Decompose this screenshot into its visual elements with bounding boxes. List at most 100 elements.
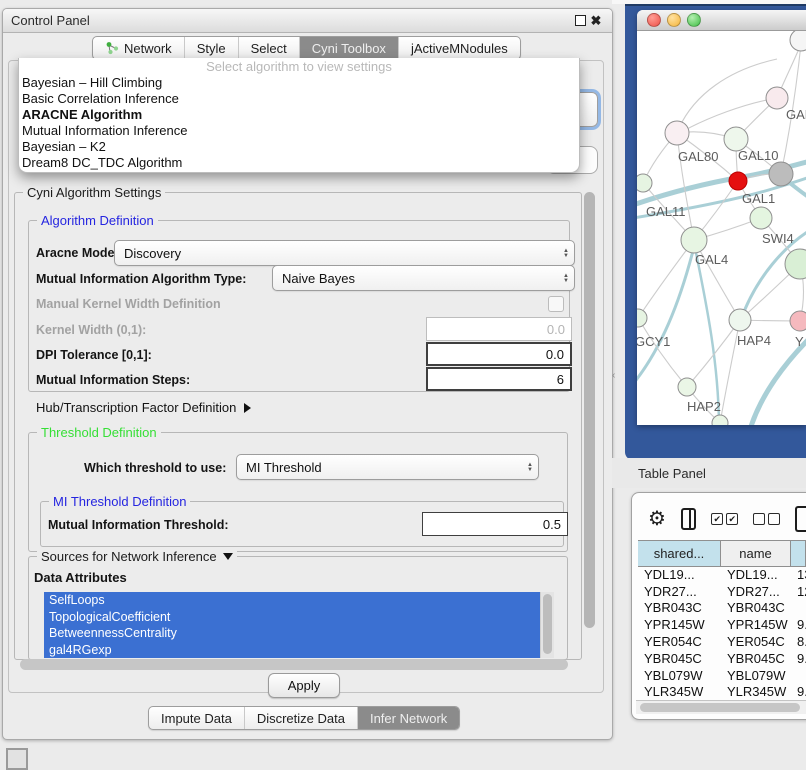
dropdown-item[interactable]: ARACNE Algorithm bbox=[19, 107, 579, 123]
network-node[interactable] bbox=[678, 378, 696, 396]
tab-cyni-toolbox[interactable]: Cyni Toolbox bbox=[299, 37, 398, 59]
table-cell: YDL19... bbox=[721, 567, 791, 582]
minimize-window-icon[interactable] bbox=[667, 13, 681, 27]
gear-icon[interactable]: ⚙ bbox=[648, 509, 666, 529]
network-node[interactable] bbox=[785, 249, 806, 279]
table-row[interactable]: YDL19...YDL19...13 bbox=[638, 566, 806, 583]
manual-kernel-checkbox[interactable] bbox=[548, 296, 564, 312]
network-edge[interactable] bbox=[676, 59, 777, 135]
dropdown-placeholder: Select algorithm to view settings bbox=[19, 58, 579, 75]
table-row[interactable]: YPR145WYPR145W9. bbox=[638, 616, 806, 633]
settings-horizontal-scrollbar[interactable] bbox=[20, 659, 568, 670]
kernel-width-field[interactable]: 0.0 bbox=[426, 317, 572, 341]
manual-kernel-label: Manual Kernel Width Definition bbox=[36, 297, 221, 311]
tab-style[interactable]: Style bbox=[184, 37, 238, 59]
column-header[interactable] bbox=[791, 541, 806, 566]
mi-steps-field[interactable]: 6 bbox=[426, 367, 572, 391]
splitter-handle[interactable]: ‹ bbox=[612, 370, 615, 381]
table-body: YDL19...YDL19...13YDR27...YDR27...12YBR0… bbox=[638, 566, 806, 700]
tab-impute-data[interactable]: Impute Data bbox=[149, 707, 244, 729]
mi-type-label: Mutual Information Algorithm Type: bbox=[36, 272, 246, 286]
network-node[interactable] bbox=[637, 174, 652, 192]
network-edge[interactable] bbox=[694, 243, 719, 425]
table-column-headers: shared...name bbox=[638, 540, 806, 567]
table-cell: 9. bbox=[791, 684, 806, 699]
apply-button[interactable]: Apply bbox=[268, 673, 340, 698]
column-header[interactable]: name bbox=[721, 541, 791, 566]
table-row[interactable]: YBR043CYBR043C bbox=[638, 600, 806, 617]
node-label: GAL11 bbox=[646, 204, 686, 219]
dropdown-item[interactable]: Bayesian – Hill Climbing bbox=[19, 75, 579, 91]
which-threshold-combo[interactable]: MI Threshold ▲▼ bbox=[236, 454, 539, 480]
table-cell: 9. bbox=[791, 617, 806, 632]
aracne-mode-combo[interactable]: Discovery ▲▼ bbox=[114, 240, 575, 266]
tab-label: Infer Network bbox=[370, 711, 447, 726]
control-panel-titlebar[interactable]: Control Panel ✖ bbox=[3, 9, 612, 33]
table-horizontal-scrollbar[interactable] bbox=[636, 700, 806, 714]
select-all-checkboxes-icon[interactable]: ✔✔ bbox=[711, 513, 738, 525]
dropdown-item[interactable]: Mutual Information Inference bbox=[19, 123, 579, 139]
dpi-tolerance-field[interactable]: 0.0 bbox=[426, 342, 572, 366]
attribute-item[interactable]: gal4RGexp bbox=[44, 642, 543, 659]
close-panel-icon[interactable]: ✖ bbox=[588, 13, 604, 29]
tab-label: Select bbox=[251, 41, 287, 56]
network-window-titlebar[interactable] bbox=[637, 10, 806, 31]
node-label: HAP4 bbox=[737, 333, 771, 348]
tab-network[interactable]: Network bbox=[93, 37, 184, 59]
new-table-icon[interactable] bbox=[795, 506, 806, 532]
network-edge[interactable] bbox=[676, 98, 777, 135]
table-row[interactable]: YBL079WYBL079W bbox=[638, 667, 806, 684]
table-cell: YER054C bbox=[638, 634, 721, 649]
tab-select[interactable]: Select bbox=[238, 37, 299, 59]
collapsed-panel-icon[interactable] bbox=[6, 748, 28, 770]
network-node[interactable] bbox=[769, 162, 793, 186]
network-node[interactable] bbox=[681, 227, 707, 253]
close-window-icon[interactable] bbox=[647, 13, 661, 27]
split-columns-icon[interactable] bbox=[681, 508, 696, 530]
column-header[interactable]: shared... bbox=[638, 541, 721, 566]
table-row[interactable]: YDR27...YDR27...12 bbox=[638, 583, 806, 600]
table-panel-title: Table Panel bbox=[638, 466, 706, 481]
table-row[interactable]: YBR045CYBR045C9. bbox=[638, 650, 806, 667]
settings-vertical-scrollbar[interactable] bbox=[584, 192, 595, 628]
attribute-item[interactable]: BetweennessCentrality bbox=[44, 625, 543, 642]
mi-type-combo[interactable]: Naive Bayes ▲▼ bbox=[272, 265, 575, 291]
table-row[interactable]: YLR345WYLR345W9. bbox=[638, 684, 806, 700]
deselect-all-checkboxes-icon[interactable] bbox=[753, 513, 780, 525]
attribute-item[interactable]: SelfLoops bbox=[44, 592, 543, 609]
network-canvas[interactable]: GAL2GAL80GAL10GAL1GAL11SWI4GAL4GCY1HAP4Y… bbox=[637, 31, 806, 425]
which-threshold-label: Which threshold to use: bbox=[84, 461, 226, 475]
network-node[interactable] bbox=[637, 309, 647, 327]
network-node[interactable] bbox=[790, 311, 806, 331]
network-node[interactable] bbox=[729, 172, 747, 190]
network-node[interactable] bbox=[665, 121, 689, 145]
network-node[interactable] bbox=[766, 87, 788, 109]
table-cell: 13 bbox=[791, 567, 806, 582]
tab-label: jActiveMNodules bbox=[411, 41, 508, 56]
mi-threshold-field[interactable]: 0.5 bbox=[422, 512, 568, 536]
zoom-window-icon[interactable] bbox=[687, 13, 701, 27]
network-node[interactable] bbox=[790, 31, 806, 51]
node-label: GCY1 bbox=[637, 334, 670, 349]
table-row[interactable]: YER054CYER054C8. bbox=[638, 633, 806, 650]
tab-infer-network[interactable]: Infer Network bbox=[357, 707, 459, 729]
dropdown-item[interactable]: Bayesian – K2 bbox=[19, 139, 579, 155]
node-label: GAL80 bbox=[678, 149, 718, 164]
table-cell: YDR27... bbox=[638, 584, 721, 599]
tab-discretize-data[interactable]: Discretize Data bbox=[244, 707, 357, 729]
network-edge[interactable] bbox=[638, 318, 687, 387]
network-node[interactable] bbox=[729, 309, 751, 331]
attribute-item[interactable]: TopologicalCoefficient bbox=[44, 609, 543, 626]
dropdown-item[interactable]: Basic Correlation Inference bbox=[19, 91, 579, 107]
data-attributes-list[interactable]: SelfLoopsTopologicalCoefficientBetweenne… bbox=[44, 592, 554, 658]
float-panel-icon[interactable] bbox=[572, 13, 588, 29]
list-scrollbar[interactable] bbox=[540, 592, 554, 658]
sources-title[interactable]: Sources for Network Inference bbox=[37, 549, 237, 564]
network-node[interactable] bbox=[712, 415, 728, 425]
network-window[interactable]: GAL2GAL80GAL10GAL1GAL11SWI4GAL4GCY1HAP4Y… bbox=[637, 10, 806, 425]
network-node[interactable] bbox=[750, 207, 772, 229]
tab-jactivemnodules[interactable]: jActiveMNodules bbox=[398, 37, 520, 59]
hub-definition-toggle[interactable]: Hub/Transcription Factor Definition bbox=[36, 400, 251, 415]
table-cell: YBR045C bbox=[721, 651, 791, 666]
dropdown-item[interactable]: Dream8 DC_TDC Algorithm bbox=[19, 155, 579, 171]
